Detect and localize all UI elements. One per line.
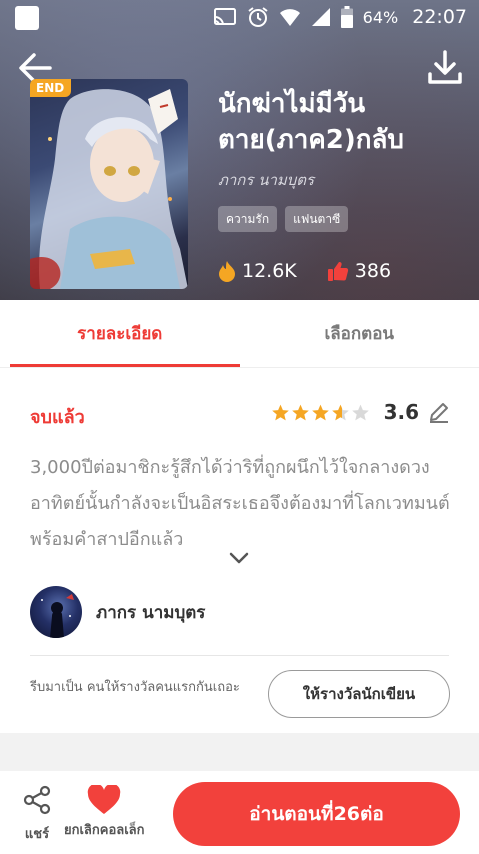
- star-icon: [311, 404, 329, 420]
- star-icon: [291, 404, 309, 420]
- expand-synopsis-button[interactable]: [228, 550, 250, 564]
- completion-status: จบแล้ว: [30, 407, 85, 428]
- star-rating: [271, 403, 370, 422]
- share-label: แชร์: [24, 827, 50, 842]
- author-name: ภากร นามบุตร: [96, 602, 206, 623]
- battery-percent: 64%: [362, 7, 399, 27]
- tab-chapters[interactable]: เลือกตอน: [240, 300, 479, 367]
- views-count: 12.6K: [242, 260, 297, 282]
- reward-prompt: รีบมาเป็น คนให้รางวัลคนแรกกันเถอะ: [30, 680, 240, 695]
- alarm-icon: [248, 7, 268, 27]
- synopsis-text: 3,000ปีต่อมาชิกะรู้สึกได้ว่าริที่ถูกผนึก…: [30, 457, 450, 550]
- status-bar: 64% 22:07: [0, 0, 479, 34]
- edit-pencil-icon[interactable]: [427, 400, 451, 424]
- star-icon: [271, 404, 289, 420]
- battery-icon: [340, 6, 353, 28]
- genre-tags: ความรัก แฟนตาซี: [218, 206, 349, 232]
- rating-value: 3.6: [383, 400, 419, 424]
- reward-writer-button[interactable]: ให้รางวัลนักเขียน: [268, 670, 450, 718]
- rating[interactable]: 3.6: [271, 400, 451, 424]
- star-empty-icon: [351, 404, 369, 420]
- fire-icon: [219, 261, 235, 282]
- star-half-icon: [331, 404, 349, 420]
- clock: 22:07: [412, 6, 467, 28]
- cover-illustration: [30, 89, 188, 289]
- section-separator: [0, 733, 479, 771]
- divider: [30, 655, 449, 656]
- thumbs-up-icon: [327, 262, 348, 281]
- book-author[interactable]: ภากร นามบุตร: [218, 168, 314, 192]
- chevron-down-icon: [229, 552, 249, 564]
- likes-stat: 386: [327, 260, 391, 282]
- heart-icon: [88, 785, 121, 814]
- tab-details[interactable]: รายละเอียด: [0, 300, 240, 367]
- uncollect-label: ยกเลิกคอลเล็ก: [64, 823, 145, 838]
- author-profile[interactable]: ภากร นามบุตร: [30, 586, 205, 638]
- wifi-icon: [279, 9, 300, 26]
- author-avatar: [30, 586, 82, 638]
- book-title: นักฆ่าไม่มีวันตาย(ภาค2)กลับ: [218, 89, 404, 155]
- bottom-action-bar: แชร์ ยกเลิกคอลเล็ก อ่านตอนที่26ต่อ: [0, 771, 479, 854]
- signal-icon: [311, 8, 330, 26]
- likes-count: 386: [354, 260, 392, 282]
- genre-tag[interactable]: แฟนตาซี: [285, 206, 349, 232]
- end-badge: END: [30, 79, 72, 97]
- tab-bar: รายละเอียด เลือกตอน: [0, 300, 479, 368]
- genre-tag[interactable]: ความรัก: [218, 206, 278, 232]
- cast-icon: [213, 8, 236, 26]
- download-icon: [428, 50, 462, 84]
- notification-square-icon: [15, 6, 39, 30]
- book-header: 64% 22:07 END นักฆ่าไม่มีวันตาย(ภาค2)กลั…: [0, 0, 479, 300]
- book-cover[interactable]: END: [30, 79, 188, 289]
- book-stats: 12.6K 386: [218, 260, 391, 282]
- views-stat: 12.6K: [218, 260, 297, 282]
- share-button[interactable]: แชร์: [22, 785, 52, 844]
- uncollect-button[interactable]: ยกเลิกคอลเล็ก: [64, 785, 145, 840]
- share-icon: [23, 785, 51, 815]
- continue-reading-button[interactable]: อ่านตอนที่26ต่อ: [173, 782, 460, 846]
- download-button[interactable]: [425, 48, 465, 88]
